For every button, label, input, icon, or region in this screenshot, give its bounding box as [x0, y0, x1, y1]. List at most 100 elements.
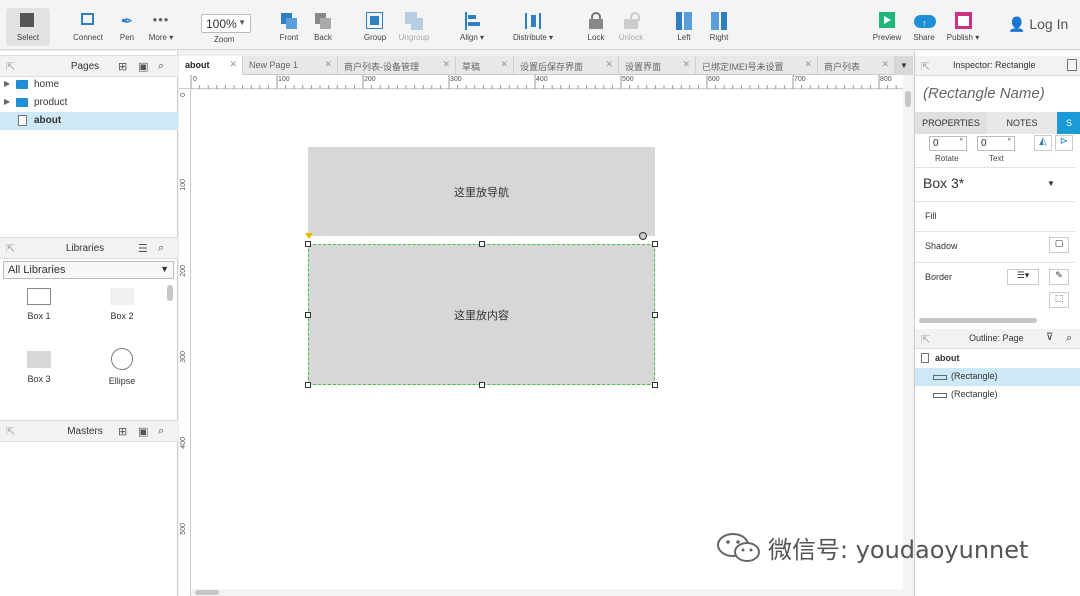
tab-new-page-1[interactable]: New Page 1 ✕ — [243, 56, 338, 75]
more-menu[interactable]: ••• More ▾ — [139, 8, 183, 46]
zoom-value: 100% — [206, 17, 237, 31]
tab-imei-bound[interactable]: 已绑定IMEI号未设置 ✕ — [696, 56, 818, 75]
collapse-icon[interactable]: ⇱ — [921, 333, 930, 346]
text-rotate-input[interactable]: 0 ° — [977, 136, 1015, 151]
page-item-home[interactable]: ▶ home — [0, 76, 178, 94]
add-folder-icon[interactable]: ▣ — [138, 425, 148, 438]
ruler-tick-label: 400 — [180, 437, 187, 449]
page-icon — [921, 353, 929, 363]
design-canvas[interactable]: 这里放导航 这里放内容 — [191, 90, 903, 590]
group-button[interactable]: Group — [353, 8, 397, 46]
library-item-ellipse[interactable]: Ellipse — [87, 348, 157, 386]
expand-arrow-icon[interactable]: ▶ — [4, 97, 10, 106]
scrollbar-thumb[interactable] — [905, 91, 911, 107]
search-icon[interactable]: ⌕ — [158, 425, 164, 438]
tab-properties[interactable]: PROPERTIES — [915, 112, 987, 134]
border-visibility-button[interactable]: ⬚ — [1049, 292, 1069, 308]
corner-radius-handle[interactable] — [305, 233, 313, 239]
resize-handle-se[interactable] — [652, 382, 658, 388]
add-master-icon[interactable]: ⊞ — [118, 425, 127, 438]
rotate-handle[interactable] — [639, 232, 647, 240]
tab-merchant-list[interactable]: 商户列表 ✕ — [818, 56, 895, 75]
tab-style[interactable]: S — [1057, 112, 1080, 134]
border-style-select[interactable]: ☰▾ — [1007, 269, 1039, 285]
scrollbar-thumb[interactable] — [195, 590, 219, 595]
library-item-box1[interactable]: Box 1 — [4, 288, 74, 321]
login-button[interactable]: 👤 Log In — [1008, 16, 1068, 33]
share-button[interactable]: ↑ Share — [902, 8, 946, 46]
flip-vertical-icon[interactable]: ⊳ — [1055, 135, 1073, 151]
resize-handle-s[interactable] — [479, 382, 485, 388]
filter-icon[interactable]: ⊽ — [1046, 332, 1053, 343]
collapse-icon[interactable]: ⇱ — [921, 60, 930, 73]
tabs-overflow-button[interactable]: ▼ — [895, 56, 913, 75]
page-item-product[interactable]: ▶ product — [0, 94, 178, 112]
resize-handle-w[interactable] — [305, 312, 311, 318]
canvas-horizontal-scrollbar[interactable] — [191, 589, 903, 596]
main-toolbar: Select Connect ✒ Pen ••• More ▾ 100% ▼ Z… — [0, 0, 1080, 50]
rotate-input[interactable]: 0 ° — [929, 136, 967, 151]
inspector-scrollbar[interactable] — [919, 318, 1037, 323]
zoom-select[interactable]: 100% ▼ — [201, 14, 251, 33]
close-icon[interactable]: ✕ — [804, 59, 812, 70]
search-icon[interactable]: ⌕ — [158, 242, 164, 255]
tab-settings[interactable]: 设置界面 ✕ — [619, 56, 696, 75]
close-icon[interactable]: ✕ — [500, 59, 508, 70]
libraries-scrollbar[interactable] — [167, 285, 173, 301]
right-button[interactable]: Right — [697, 8, 741, 46]
style-select[interactable]: Box 3* — [923, 175, 964, 191]
collapse-icon[interactable]: ⇱ — [6, 425, 15, 438]
add-folder-icon[interactable]: ▣ — [138, 60, 148, 73]
outline-item-rectangle[interactable]: (Rectangle) — [915, 386, 1080, 404]
page-icon[interactable] — [1067, 59, 1077, 71]
collapse-icon[interactable]: ⇱ — [6, 60, 15, 73]
close-icon[interactable]: ✕ — [682, 59, 690, 70]
page-item-about[interactable]: about — [0, 112, 178, 130]
nav-rectangle[interactable]: 这里放导航 — [308, 147, 655, 236]
outline-header: ⇱ Outline: Page ⊽ ⌕ — [915, 329, 1080, 349]
connect-tool[interactable]: Connect — [66, 8, 110, 46]
resize-handle-n[interactable] — [479, 241, 485, 247]
tab-saved-settings[interactable]: 设置后保存界面 ✕ — [514, 56, 619, 75]
canvas-vertical-scrollbar[interactable] — [903, 75, 913, 596]
unlock-button[interactable]: Unlock — [609, 8, 653, 46]
outline-item-rectangle[interactable]: (Rectangle) — [915, 368, 1080, 386]
tab-merchant-devices[interactable]: 商户列表-设备管理 ✕ — [338, 56, 456, 75]
collapse-icon[interactable]: ⇱ — [6, 242, 15, 255]
shadow-button[interactable]: ▢ — [1049, 237, 1069, 253]
close-icon[interactable]: ✕ — [881, 59, 889, 70]
menu-icon[interactable]: ☰ — [138, 242, 148, 255]
chevron-down-icon[interactable]: ▼ — [1047, 179, 1055, 188]
outline-root-page[interactable]: about — [915, 350, 1080, 368]
send-back-button[interactable]: Back — [301, 8, 345, 46]
library-select[interactable]: All Libraries ▼ — [3, 261, 174, 279]
distribute-menu[interactable]: Distribute ▾ — [511, 8, 555, 46]
tab-notes[interactable]: NOTES — [987, 112, 1057, 134]
resize-handle-e[interactable] — [652, 312, 658, 318]
align-menu[interactable]: Align ▾ — [450, 8, 494, 46]
text-rotate-label: Text — [989, 154, 1004, 163]
distribute-label: Distribute ▾ — [512, 33, 554, 42]
ungroup-button[interactable]: Ungroup — [392, 8, 436, 46]
select-tool[interactable]: Select — [6, 8, 50, 46]
library-item-box3[interactable]: Box 3 — [4, 351, 74, 384]
rectangle-name-input[interactable]: (Rectangle Name) — [923, 85, 1045, 102]
tab-draft[interactable]: 草稿 ✕ — [456, 56, 514, 75]
left-panel-icon — [674, 12, 694, 30]
close-icon[interactable]: ✕ — [442, 59, 450, 70]
add-page-icon[interactable]: ⊞ — [118, 60, 127, 73]
expand-arrow-icon[interactable]: ▶ — [4, 79, 10, 88]
close-icon[interactable]: ✕ — [605, 59, 613, 70]
border-color-button[interactable]: ✎ — [1049, 269, 1069, 285]
publish-menu[interactable]: Publish ▾ — [941, 8, 985, 46]
flip-horizontal-icon[interactable]: ◭ — [1034, 135, 1052, 151]
close-icon[interactable]: ✕ — [229, 59, 237, 70]
resize-handle-sw[interactable] — [305, 382, 311, 388]
search-icon[interactable]: ⌕ — [1066, 332, 1072, 345]
tab-about[interactable]: about ✕ — [179, 56, 243, 75]
resize-handle-ne[interactable] — [652, 241, 658, 247]
close-icon[interactable]: ✕ — [324, 59, 332, 70]
search-icon[interactable]: ⌕ — [158, 60, 164, 73]
resize-handle-nw[interactable] — [305, 241, 311, 247]
library-item-box2[interactable]: Box 2 — [87, 288, 157, 321]
